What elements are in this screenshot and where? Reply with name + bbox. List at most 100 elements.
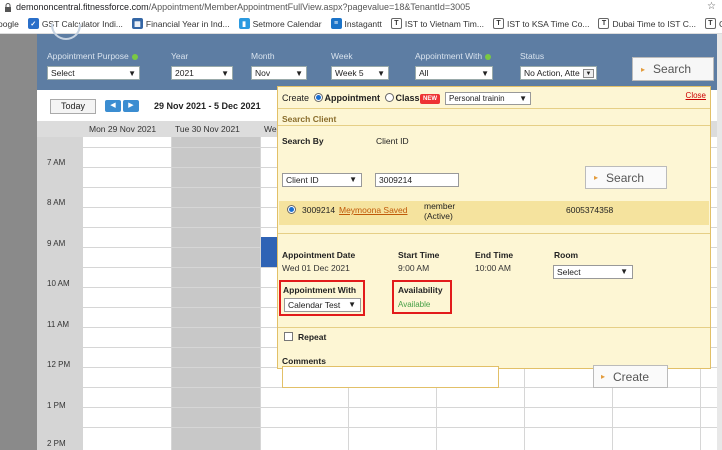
filter-search-button[interactable]: ▸ Search (632, 57, 714, 81)
today-button[interactable]: Today (50, 99, 96, 114)
chevron-down-icon: ▼ (349, 175, 357, 184)
new-badge: NEW (420, 94, 440, 104)
appointment-with-select[interactable]: Calendar Test ▼ (284, 298, 361, 312)
repeat-label: Repeat (298, 332, 327, 342)
filter-bar: Appointment Purpose Select ▼ Year 2021 ▼ M… (37, 24, 717, 90)
month-label: Month (251, 51, 275, 61)
address-bar[interactable]: demononcentral.fitnessforce.com/Appointm… (0, 0, 722, 14)
dropdown-box-icon: ▼ (583, 69, 594, 78)
appointment-with-label: Appointment With (283, 285, 357, 295)
close-link[interactable]: Close (686, 91, 706, 100)
bookmark-star-icon[interactable]: ☆ (707, 1, 716, 12)
time-label: 8 AM (47, 198, 66, 207)
end-time-value: 10:00 AM (475, 263, 511, 273)
comments-textarea[interactable] (282, 366, 499, 388)
availability-status: Available (398, 300, 431, 309)
month-select[interactable]: Nov ▼ (251, 66, 307, 80)
chevron-right-icon: ▶ (128, 102, 134, 109)
instagantt-icon: ≡ (330, 18, 342, 29)
gst-icon: ✓ (27, 18, 39, 29)
client-id-label: Client ID (376, 136, 409, 146)
time-label: 12 PM (47, 360, 71, 369)
repeat-checkbox[interactable] (284, 332, 293, 341)
tue-column-shade (172, 137, 260, 450)
day-header-wed: We (264, 124, 277, 134)
bookmark-cs[interactable]: TCS (704, 18, 722, 29)
room-select[interactable]: Select ▼ (553, 265, 633, 279)
app-area: Appointment Purpose Select ▼ Year 2021 ▼ M… (0, 24, 722, 450)
chevron-right-icon: ▸ (601, 372, 606, 381)
time-label: 1 PM (47, 401, 66, 410)
year-select[interactable]: 2021 ▼ (171, 66, 233, 80)
bookmark-instagantt[interactable]: ≡ Instagantt (330, 18, 382, 29)
bookmark-setmore[interactable]: ▮ Setmore Calendar (238, 18, 322, 29)
day-header-tue: Tue 30 Nov 2021 (175, 124, 240, 134)
appointment-with-label: Appointment With (415, 51, 492, 61)
bookmark-google[interactable]: oogle (0, 19, 19, 29)
time-label: 9 AM (47, 239, 66, 248)
availability-label: Availability (398, 285, 443, 295)
chevron-right-icon: ▸ (641, 64, 646, 74)
client-result-row[interactable]: 3009214 Meymoona Saved member (Active) 60… (279, 201, 709, 225)
client-search-button[interactable]: ▸ Search (585, 166, 667, 189)
start-time-label: Start Time (398, 250, 440, 260)
divider (278, 233, 710, 234)
logo-ring (51, 24, 81, 40)
time-label: 7 AM (47, 158, 66, 167)
required-dot-icon (131, 53, 138, 60)
financial-year-icon: ▦ (131, 18, 143, 29)
divider (278, 327, 710, 328)
chevron-down-icon: ▼ (481, 69, 489, 78)
client-select-radio[interactable] (287, 205, 296, 214)
next-week-button[interactable]: ▶ (123, 100, 139, 112)
search-by-select[interactable]: Client ID ▼ (282, 173, 362, 187)
chevron-down-icon: ▼ (128, 69, 136, 78)
week-select[interactable]: Week 5 ▼ (331, 66, 389, 80)
prev-week-button[interactable]: ◀ (105, 100, 121, 112)
bookmark-financial-year[interactable]: ▦ Financial Year in Ind... (131, 18, 230, 29)
bookmark-ist-ksa[interactable]: T IST to KSA Time Co... (492, 18, 589, 29)
create-button[interactable]: ▸ Create (593, 365, 668, 388)
week-label: Week (331, 51, 353, 61)
main-content: Appointment Purpose Select ▼ Year 2021 ▼ M… (37, 24, 717, 450)
selected-slot[interactable] (261, 237, 277, 267)
appointment-radio[interactable] (313, 93, 323, 102)
bookmarks-bar: oogle ✓ GST Calculator Indi... ▦ Financial… (0, 14, 722, 34)
bookmark-dubai-ist[interactable]: T Dubai Time to IST C... (598, 18, 696, 29)
create-appointment-dialog: Create Appointment Class NEW Personal tr… (277, 86, 711, 388)
chevron-down-icon: ▼ (620, 267, 628, 276)
purpose-select[interactable]: Select ▼ (47, 66, 140, 80)
status-label: Status (520, 51, 545, 61)
bookmark-ist-vietnam[interactable]: T IST to Vietnam Tim... (390, 18, 484, 29)
status-select[interactable]: No Action, Atte ▼ (520, 66, 597, 80)
start-time-value: 9:00 AM (398, 263, 430, 273)
session-type-select[interactable]: Personal trainin ▼ (445, 92, 531, 105)
timebuddy-icon: T (390, 18, 402, 29)
appointment-with-select[interactable]: All ▼ (415, 66, 493, 80)
client-status: member (Active) (424, 201, 456, 221)
grid-line (260, 137, 261, 450)
year-label: Year (171, 51, 189, 61)
create-type-row: Create Appointment Class (282, 93, 420, 103)
grid-line (83, 407, 717, 408)
chevron-down-icon: ▼ (348, 300, 356, 309)
client-phone: 6005374358 (566, 205, 614, 215)
chevron-down-icon: ▼ (221, 69, 229, 78)
chevron-left-icon: ◀ (110, 102, 116, 109)
divider (278, 125, 710, 126)
room-label: Room (554, 250, 579, 260)
class-radio[interactable] (384, 93, 394, 102)
comments-label: Comments (282, 356, 326, 366)
chevron-down-icon: ▼ (519, 94, 527, 103)
client-id-input[interactable]: 3009214 (375, 173, 459, 187)
chevron-down-icon: ▼ (295, 69, 303, 78)
lock-icon (5, 2, 11, 12)
client-name-link[interactable]: Meymoona Saved (339, 205, 408, 215)
client-result-id: 3009214 (302, 205, 336, 215)
timebuddy-icon: T (492, 18, 504, 29)
search-by-label: Search By (282, 136, 324, 146)
search-client-title: Search Client (282, 114, 337, 124)
page-scrollbar[interactable] (717, 34, 722, 450)
timebuddy-icon: T (704, 18, 716, 29)
date-range: 29 Nov 2021 - 5 Dec 2021 (154, 101, 261, 111)
